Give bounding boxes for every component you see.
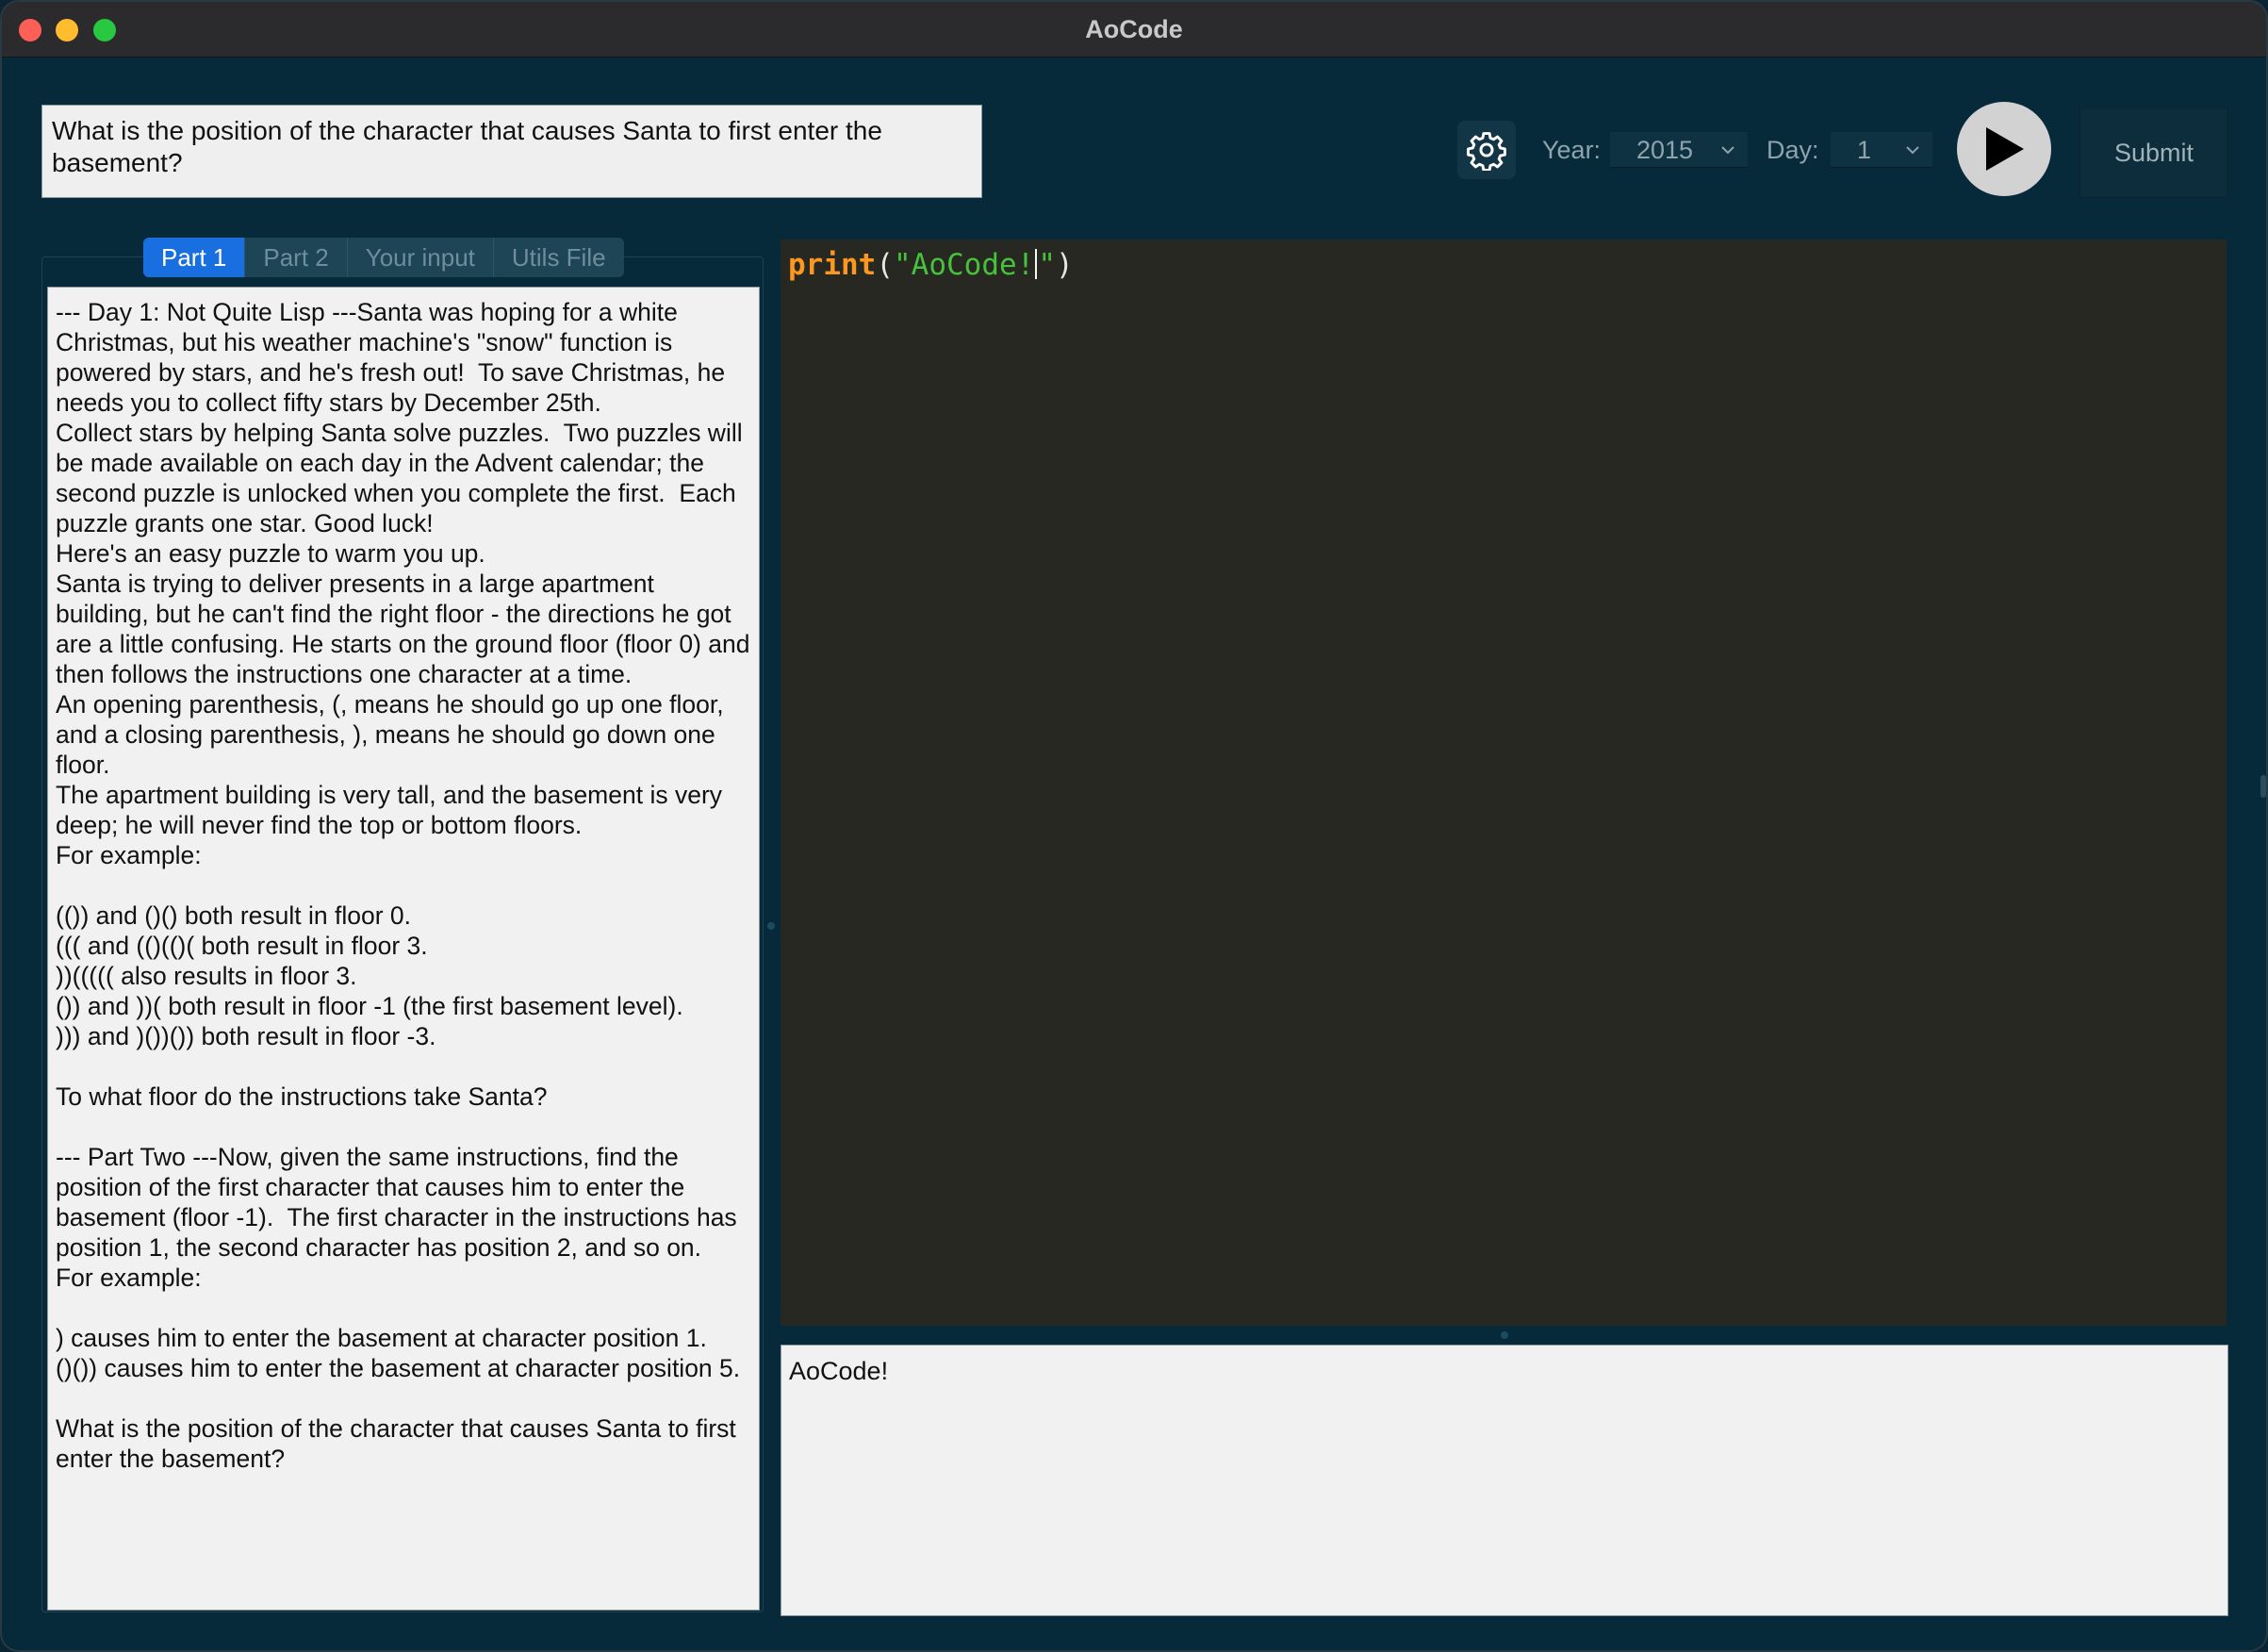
year-select[interactable]: 2015 bbox=[1610, 132, 1748, 168]
day-select[interactable]: 1 bbox=[1831, 132, 1932, 168]
question-field[interactable]: What is the position of the character th… bbox=[41, 105, 982, 198]
code-string-token: "AoCode! bbox=[894, 248, 1035, 282]
settings-button[interactable] bbox=[1457, 121, 1516, 179]
app-window: AoCode What is the position of the chara… bbox=[0, 0, 2268, 1652]
output-console: AoCode! bbox=[781, 1345, 2228, 1616]
code-editor[interactable]: print("AoCode! ") bbox=[781, 240, 2227, 1326]
year-value: 2015 bbox=[1636, 136, 1694, 164]
chevron-down-icon bbox=[1906, 146, 1919, 155]
play-icon bbox=[1986, 127, 2024, 171]
chevron-down-icon bbox=[1721, 146, 1734, 155]
title-bar: AoCode bbox=[2, 2, 2266, 58]
submit-button[interactable]: Submit bbox=[2079, 107, 2228, 198]
code-paren-close: ) bbox=[1055, 248, 1074, 282]
puzzle-tabs: Part 1 Part 2 Your input Utils File bbox=[143, 238, 624, 277]
gear-icon bbox=[1467, 132, 1506, 171]
code-function-token: print bbox=[788, 248, 877, 282]
tab-part-1[interactable]: Part 1 bbox=[143, 238, 246, 277]
text-caret bbox=[1035, 249, 1038, 279]
code-string-quote: " bbox=[1038, 248, 1056, 282]
tab-your-input[interactable]: Your input bbox=[348, 238, 494, 277]
puzzle-description: --- Day 1: Not Quite Lisp ---Santa was h… bbox=[47, 287, 760, 1611]
window-title: AoCode bbox=[1085, 15, 1183, 43]
window-resize-handle[interactable] bbox=[2260, 775, 2266, 798]
horizontal-splitter-handle[interactable] bbox=[1501, 1331, 1508, 1339]
day-value: 1 bbox=[1857, 136, 1872, 164]
vertical-splitter-handle[interactable] bbox=[767, 922, 775, 930]
run-button[interactable] bbox=[1957, 102, 2051, 196]
tab-utils-file[interactable]: Utils File bbox=[494, 238, 624, 277]
code-paren-open: ( bbox=[876, 248, 894, 282]
tab-part-2[interactable]: Part 2 bbox=[245, 238, 348, 277]
day-label: Day: bbox=[1767, 136, 1819, 164]
year-label: Year: bbox=[1542, 136, 1602, 164]
